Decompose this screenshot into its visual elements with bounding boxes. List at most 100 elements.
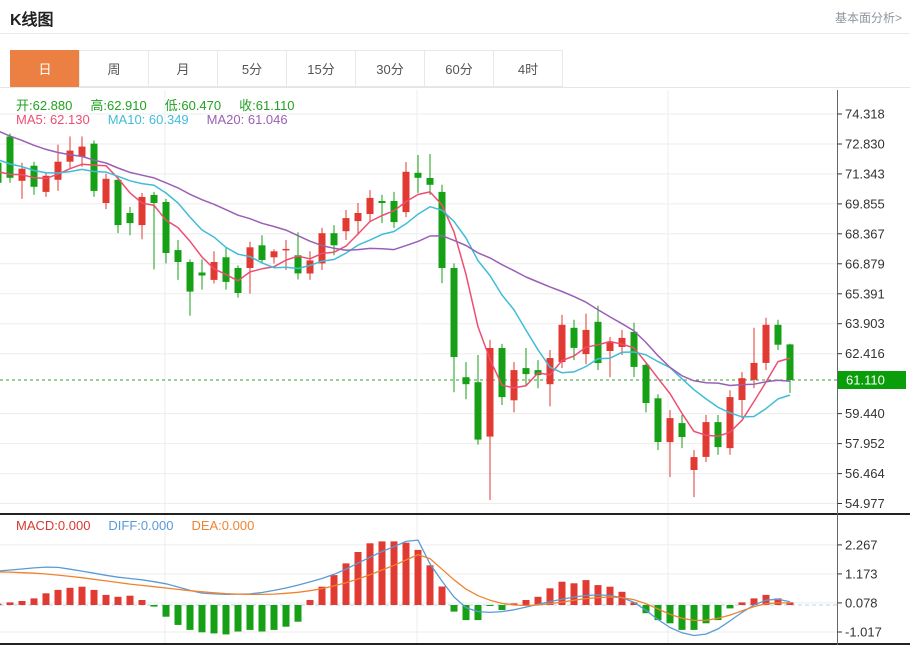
macd-bar	[307, 600, 314, 605]
candle-body	[667, 418, 674, 442]
candle-body	[775, 325, 782, 345]
candle-body	[283, 249, 290, 251]
axis-label: 68.367	[845, 226, 885, 241]
macd-bar	[259, 605, 266, 632]
axis-label: 66.879	[845, 256, 885, 271]
candle-body	[187, 262, 194, 292]
candle-body	[295, 255, 302, 273]
candle-body	[655, 398, 662, 442]
macd-bar	[391, 541, 398, 605]
macd-bar	[19, 601, 26, 605]
macd-bar	[151, 605, 158, 607]
macd-bar	[499, 605, 506, 610]
candle-body	[451, 268, 458, 357]
macd-bar	[403, 543, 410, 605]
candle-body	[115, 180, 122, 225]
macd-bar	[139, 600, 146, 605]
macd-bar	[175, 605, 182, 625]
macd-bar	[283, 605, 290, 627]
candle-body	[415, 173, 422, 178]
candle-body	[223, 257, 230, 282]
candle-body	[499, 348, 506, 397]
candle-body	[559, 325, 566, 362]
candle-body	[523, 368, 530, 374]
candle-body	[583, 330, 590, 354]
candle-body	[463, 377, 470, 384]
candle-body	[691, 457, 698, 470]
candle-body	[703, 422, 710, 457]
kline-page: K线图 基本面分析> 日周月5分15分30分60分4时 74.31872.830…	[0, 0, 910, 646]
candle-body	[751, 363, 758, 380]
candle-body	[343, 218, 350, 231]
macd-bar	[415, 550, 422, 605]
candle-body	[175, 250, 182, 262]
candle-body	[91, 144, 98, 191]
macd-bar	[43, 593, 50, 605]
candle-body	[103, 179, 110, 203]
candle-body	[475, 382, 482, 439]
candle-body	[595, 322, 602, 363]
axis-label: 63.903	[845, 316, 885, 331]
macd-bar	[295, 605, 302, 622]
axis-label: 59.440	[845, 406, 885, 421]
macd-bar	[523, 600, 530, 605]
macd-bar	[91, 590, 98, 605]
macd-bar	[439, 587, 446, 606]
macd-bar	[79, 587, 86, 605]
axis-label: 69.855	[845, 196, 885, 211]
candle-body	[403, 172, 410, 212]
candle-body	[631, 332, 638, 367]
axis-label: 2.267	[845, 537, 878, 552]
pane-separator	[0, 643, 910, 645]
macd-bar	[199, 605, 206, 632]
candle-body	[787, 344, 794, 380]
axis-label: 54.977	[845, 496, 885, 511]
macd-bar	[7, 602, 14, 605]
macd-bar	[235, 605, 242, 632]
macd-bar	[271, 605, 278, 630]
axis-label: 74.318	[845, 107, 885, 122]
macd-bar	[115, 597, 122, 605]
candle-body	[679, 423, 686, 437]
candle-body	[367, 198, 374, 214]
candle-body	[427, 178, 434, 185]
ma20-line	[0, 131, 790, 386]
pane-separator	[0, 513, 910, 515]
current-price-badge-label: 61.110	[846, 373, 885, 388]
macd-bar	[0, 604, 2, 605]
candle-body	[355, 213, 362, 221]
macd-bar	[691, 605, 698, 630]
macd-bar	[487, 605, 494, 606]
candle-body	[55, 162, 62, 180]
axis-label: 57.952	[845, 436, 885, 451]
macd-bar	[211, 605, 218, 633]
axis-label: 71.343	[845, 166, 885, 181]
macd-bar	[187, 605, 194, 630]
macd-bar	[67, 588, 74, 605]
candle-body	[379, 201, 386, 203]
macd-bar	[427, 565, 434, 605]
axis-label: -1.017	[845, 625, 882, 640]
candle-body	[715, 422, 722, 447]
macd-bar	[739, 602, 746, 605]
macd-bar	[571, 583, 578, 605]
axis-label: 0.078	[845, 595, 878, 610]
macd-bar	[331, 575, 338, 605]
candle-body	[511, 370, 518, 400]
macd-bar	[583, 580, 590, 605]
candle-body	[643, 365, 650, 403]
candle-body	[79, 147, 86, 157]
macd-bar	[127, 596, 134, 605]
candle-body	[199, 273, 206, 276]
macd-bar	[223, 605, 230, 634]
kline-chart-canvas[interactable]: 74.31872.83071.34369.85568.36766.87965.3…	[0, 0, 910, 646]
axis-label: 62.416	[845, 346, 885, 361]
candle-body	[331, 233, 338, 245]
macd-bar	[31, 598, 38, 605]
candle-body	[739, 378, 746, 400]
candle-body	[67, 151, 74, 162]
macd-bar	[247, 605, 254, 630]
axis-label: 56.464	[845, 466, 885, 481]
candle-body	[151, 195, 158, 203]
macd-bar	[55, 590, 62, 605]
